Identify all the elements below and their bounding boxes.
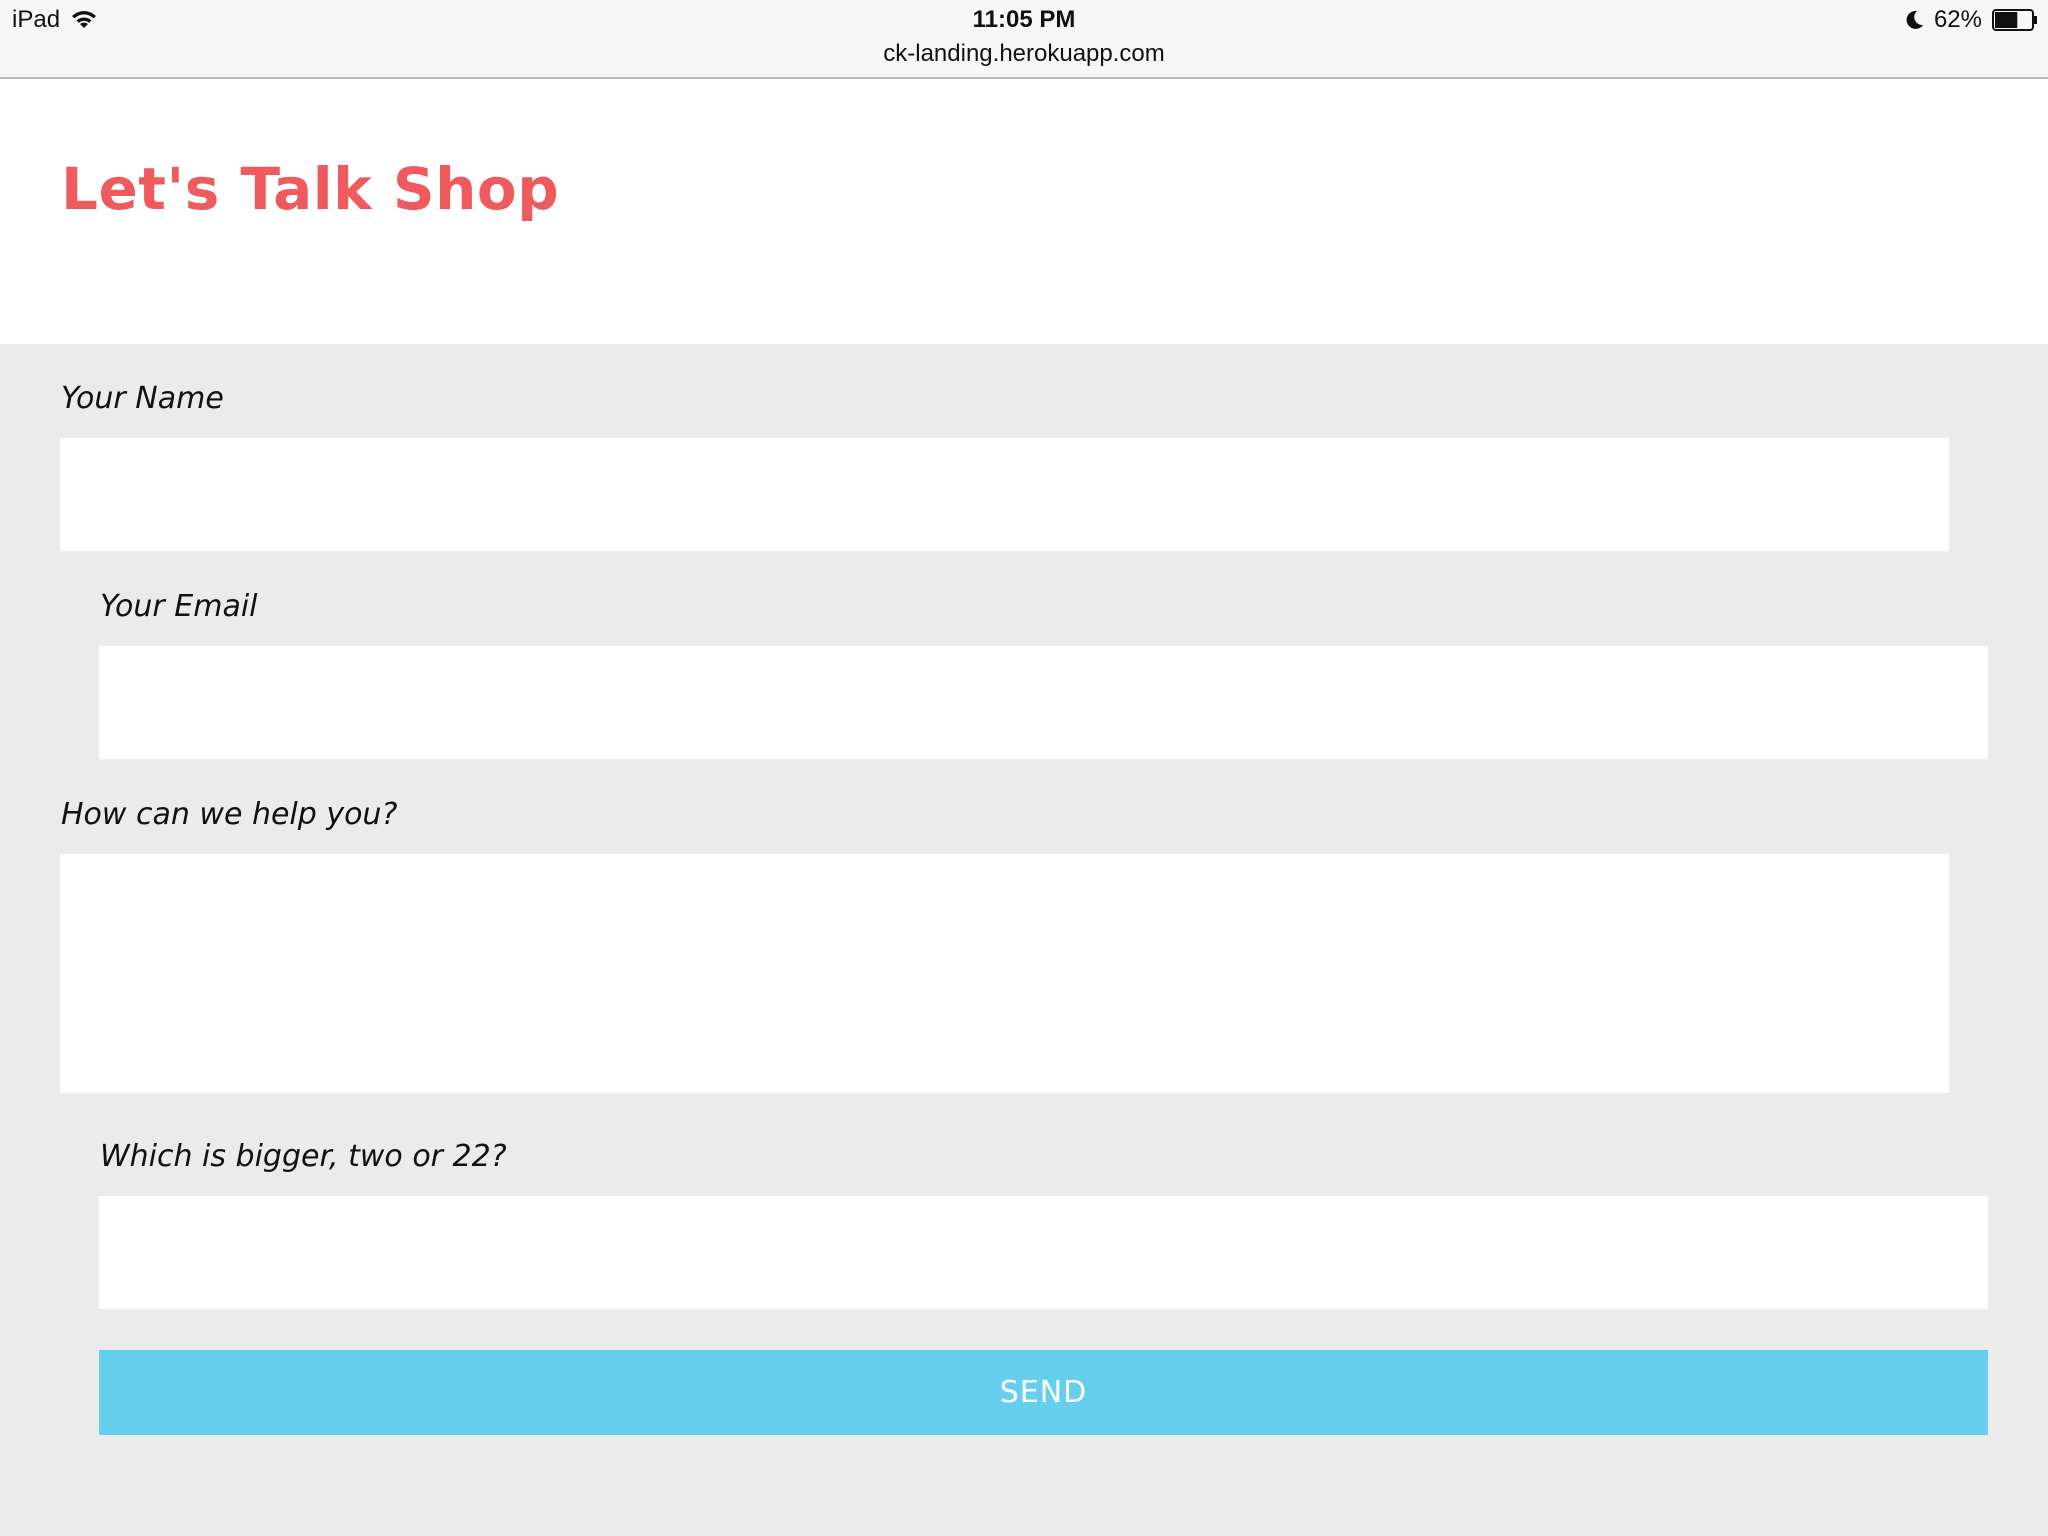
send-button[interactable]: SEND: [99, 1350, 1988, 1435]
message-label: How can we help you?: [61, 797, 398, 832]
captcha-label: Which is bigger, two or 22?: [100, 1139, 507, 1174]
battery-percent: 62%: [1933, 6, 1982, 33]
address-bar-url[interactable]: ck-landing.herokuapp.com: [0, 40, 2048, 68]
status-time: 11:05 PM: [972, 6, 1076, 33]
email-input[interactable]: [99, 646, 1988, 759]
page-title: Let's Talk Shop: [61, 155, 560, 223]
message-textarea[interactable]: [60, 854, 1949, 1093]
name-input[interactable]: [60, 438, 1949, 551]
name-label: Your Name: [61, 381, 224, 416]
email-label: Your Email: [100, 589, 258, 624]
captcha-input[interactable]: [99, 1196, 1988, 1309]
browser-status-bar: iPad 11:05 PM ck-landing.herokuapp.com 6…: [0, 0, 2048, 79]
moon-icon: [1906, 10, 1923, 29]
battery-icon: [1992, 9, 2037, 31]
status-right: 62%: [1904, 6, 2038, 34]
